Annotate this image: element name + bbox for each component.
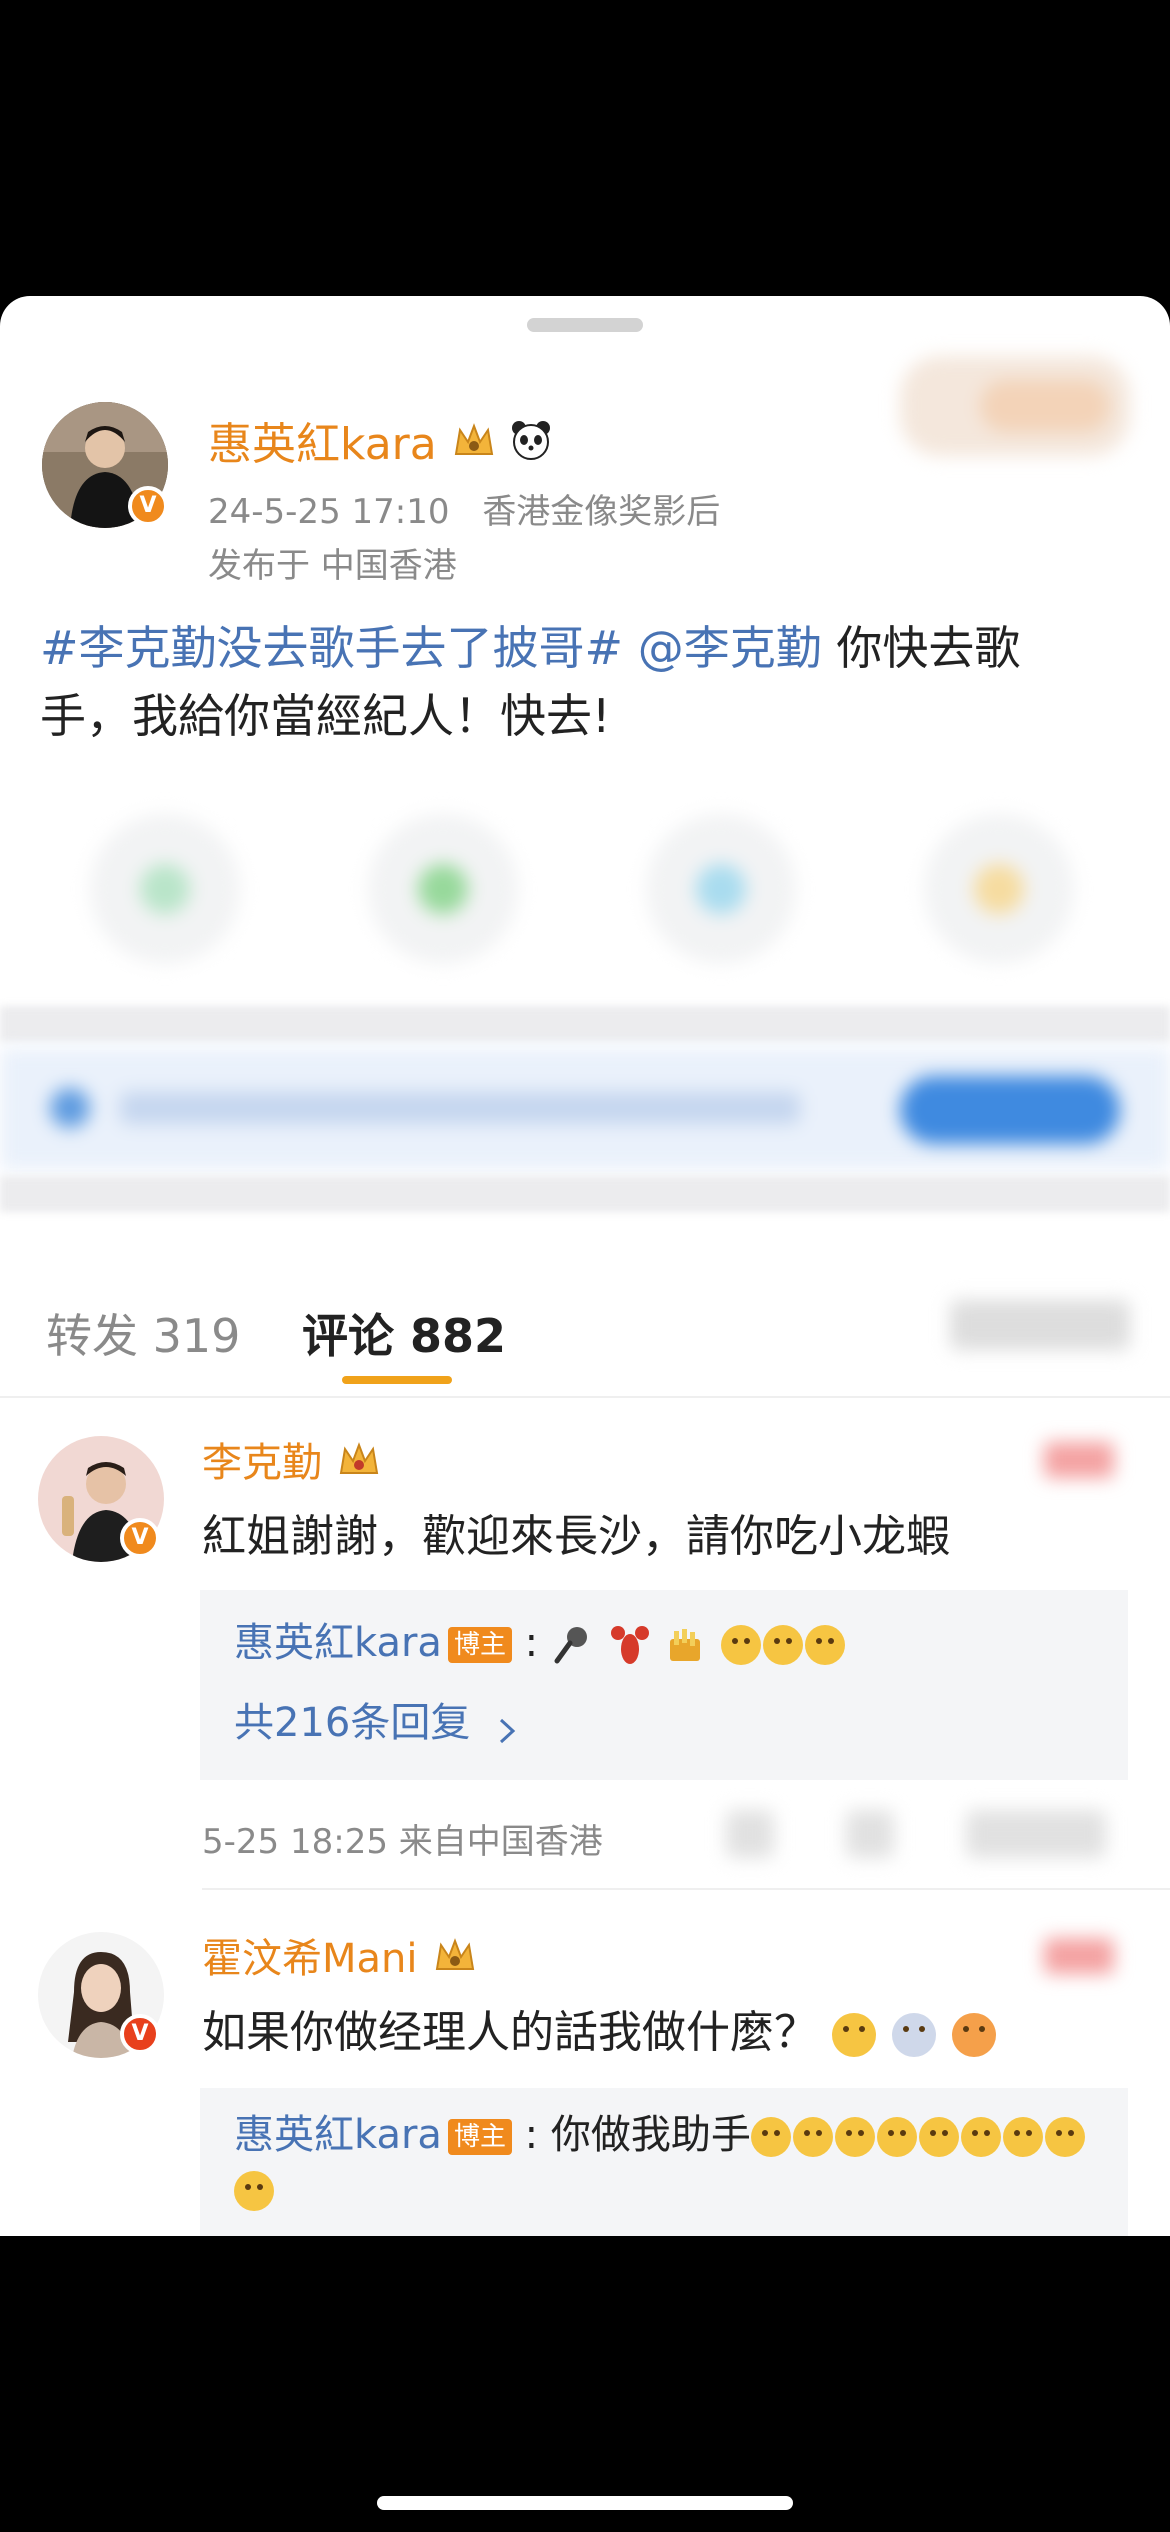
emoji-icon	[1044, 2117, 1085, 2157]
post-meta: 24-5-25 17:10 香港金像奖影后	[208, 484, 720, 533]
emoji-icon	[1002, 2117, 1043, 2157]
verified-badge-icon: V	[120, 1518, 160, 1558]
comment-reply-box[interactable]: 惠英紅kara 博主 : 你做我助手	[200, 2088, 1128, 2236]
verified-badge-icon: V	[128, 486, 168, 526]
promo-banner[interactable]	[0, 1048, 1170, 1170]
lobster-icon	[608, 1623, 652, 1667]
emoji-icon	[834, 2117, 875, 2157]
tab-active-indicator	[342, 1376, 452, 1384]
emoji-icon	[750, 2117, 791, 2157]
comment-text: 紅姐謝謝，歡迎來長沙，請你吃小龙蝦	[202, 1511, 950, 1562]
emoji-icon	[892, 2013, 936, 2057]
section-divider-2	[0, 1176, 1170, 1212]
reply-count-label: 共216条回复	[234, 1700, 471, 1746]
emoji-icon	[721, 1625, 762, 1665]
follow-button[interactable]	[900, 356, 1130, 456]
blogger-badge: 博主	[447, 1627, 512, 1663]
comment-author-name[interactable]: 李克勤	[202, 1440, 322, 1486]
author-name[interactable]: 惠英紅kara	[208, 419, 437, 470]
share-wechat-button[interactable]	[90, 814, 240, 964]
blogger-badge: 博主	[447, 2119, 512, 2155]
comment-author-row: 李克勤	[202, 1430, 381, 1488]
tab-repost[interactable]: 转发 319	[46, 1300, 240, 1366]
emoji-icon	[960, 2117, 1001, 2157]
fries-icon	[664, 1623, 708, 1667]
emoji-icon	[832, 2013, 876, 2057]
sort-toggle[interactable]	[950, 1300, 1130, 1350]
comment-reply-box[interactable]: 惠英紅kara 博主 : 共216条回复	[200, 1590, 1128, 1780]
section-divider	[0, 1006, 1170, 1042]
hashtag-link[interactable]: #李克勤没去歌手去了披哥#	[40, 621, 623, 675]
panda-icon	[509, 418, 553, 462]
microphone-icon	[551, 1623, 595, 1667]
verified-badge-icon: V	[120, 2014, 160, 2054]
crown-icon	[433, 1935, 477, 1975]
emoji-icon	[876, 2117, 917, 2157]
comment-text: 如果你做经理人的話我做什麼？	[202, 2007, 818, 2058]
comment-meta: 5-25 18:25 来自中国香港	[202, 1822, 603, 1862]
share-moments-button[interactable]	[368, 814, 518, 964]
emoji-icon	[792, 2117, 833, 2157]
emoji-icon	[952, 2013, 996, 2057]
sheet-grabber-handle[interactable]	[527, 318, 643, 332]
reply-separator: :	[524, 2112, 539, 2158]
share-more-button[interactable]	[924, 814, 1074, 964]
post-text-line1: 你快去歌	[821, 621, 1021, 675]
like-button[interactable]	[1044, 1938, 1114, 1974]
post-location: 发布于 中国香港	[208, 546, 457, 586]
tabs-divider	[0, 1396, 1170, 1398]
emoji-icon	[234, 2171, 274, 2211]
crown-icon	[337, 1439, 381, 1479]
reply-text: 你做我助手	[550, 2112, 751, 2158]
crown-icon	[452, 420, 496, 460]
comment-author-row: 霍汶希Mani	[202, 1926, 477, 1984]
emoji-icon	[805, 1625, 846, 1665]
share-qq-button[interactable]	[646, 814, 796, 964]
comment-text-row: 如果你做经理人的話我做什麼？	[202, 1996, 998, 2060]
sheet: V 惠英紅kara 24-5-25 17:10 香港金像奖影后 发布于 中国香港…	[0, 296, 1170, 2236]
reply-line: 惠英紅kara 博主 :	[234, 1610, 847, 1668]
mention-link[interactable]: @李克勤	[638, 621, 822, 675]
chevron-right-icon	[495, 1710, 519, 1744]
comment-divider	[202, 1888, 1170, 1890]
like-button[interactable]	[1044, 1442, 1114, 1478]
emoji-icon	[918, 2117, 959, 2157]
comment-author-name[interactable]: 霍汶希Mani	[202, 1936, 418, 1982]
post-time: 24-5-25 17:10	[208, 492, 450, 532]
author-title-tag: 香港金像奖影后	[482, 492, 721, 532]
post-text-line2: 手，我給你當經紀人！快去!	[40, 689, 611, 743]
reply-author-name[interactable]: 惠英紅kara	[234, 2112, 442, 2158]
view-replies-link[interactable]: 共216条回复	[234, 1690, 519, 1748]
author-name-row: 惠英紅kara	[208, 408, 553, 470]
comment-actions[interactable]	[716, 1806, 1116, 1862]
tab-comment[interactable]: 评论 882	[302, 1300, 506, 1366]
post-body: #李克勤没去歌手去了披哥# @李克勤 你快去歌 手，我給你當經紀人！快去!	[40, 614, 1130, 750]
emoji-icon	[763, 1625, 804, 1665]
reply-author-name[interactable]: 惠英紅kara	[234, 1620, 442, 1666]
reply-separator: :	[524, 1620, 539, 1666]
reply-line: 惠英紅kara 博主 : 你做我助手	[234, 2108, 1104, 2216]
home-indicator[interactable]	[377, 2496, 793, 2510]
